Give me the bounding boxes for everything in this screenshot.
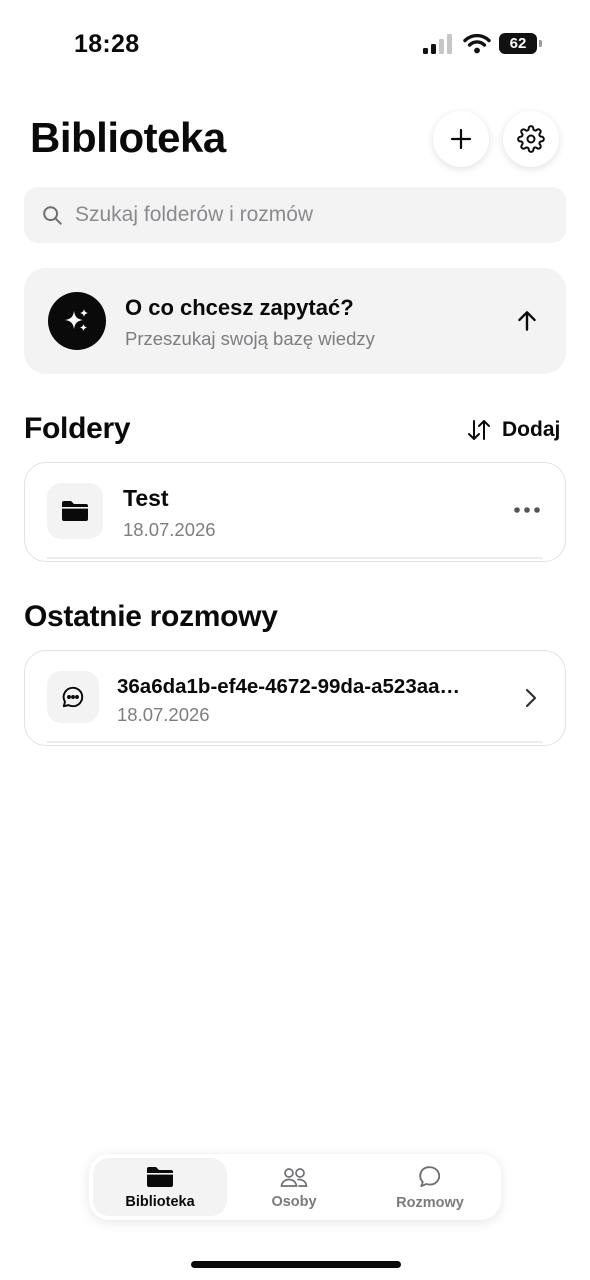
sparkles-icon [65,309,88,331]
folder-item[interactable]: Test 18.07.2026 [24,462,566,562]
folder-more-button[interactable] [511,497,543,523]
folder-tile [47,483,103,539]
more-dots-icon [514,507,540,513]
gear-icon [517,125,545,153]
tab-conversations[interactable]: Rozmowy [363,1158,497,1216]
library-screen: 18:28 62 Biblioteka Szukaj folderów i ro… [0,0,590,1280]
conversation-item[interactable]: 36a6da1b-ef4e-4672-99da-a523aa… 18.07.20… [24,650,566,746]
tab-people[interactable]: Osoby [227,1158,361,1216]
page-title: Biblioteka [30,114,226,161]
conversation-date: 18.07.2026 [117,704,210,725]
ask-subtitle: Przeszukaj swoją bazę wiedzy [125,328,375,349]
sort-arrows-icon[interactable] [466,418,492,442]
card-divider [47,741,543,743]
home-indicator[interactable] [191,1261,401,1268]
search-icon [43,206,62,225]
folders-section-title: Foldery [24,412,131,445]
tab-people-label: Osoby [271,1193,317,1210]
tab-bar: Biblioteka Osoby Rozmowy [89,1154,501,1220]
tab-conversations-label: Rozmowy [396,1194,464,1211]
tab-library-label: Biblioteka [125,1193,195,1210]
ask-title: O co chcesz zapytać? [125,295,354,320]
ask-card[interactable]: O co chcesz zapytać? Przeszukaj swoją ba… [24,268,566,374]
search-bar[interactable] [24,187,566,243]
settings-button[interactable] [503,111,559,167]
wifi-icon [463,33,491,54]
add-folder-label: Dodaj [502,418,561,441]
status-bar: 18:28 62 [0,0,590,90]
folder-name: Test [123,485,169,511]
recent-section-title: Ostatnie rozmowy [24,600,278,633]
ask-avatar [48,292,106,350]
chat-bubble-dots-icon [62,686,84,708]
card-divider [47,557,543,559]
folder-date: 18.07.2026 [123,519,216,540]
tab-library[interactable]: Biblioteka [93,1158,227,1216]
chevron-right-icon [525,688,537,708]
battery-indicator: 62 [499,33,542,54]
add-button[interactable] [433,111,489,167]
folder-icon [147,1166,173,1187]
search-input[interactable] [75,203,535,227]
cellular-signal-icon [423,34,452,54]
add-folder-button[interactable]: Dodaj [466,416,560,444]
people-icon [280,1167,308,1187]
chat-bubble-icon [419,1165,441,1187]
arrow-up-icon[interactable] [514,308,540,334]
folder-icon [62,501,88,521]
conversation-title: 36a6da1b-ef4e-4672-99da-a523aa… [117,675,461,698]
status-time: 18:28 [74,30,140,58]
conversation-tile [47,671,99,723]
plus-icon [450,128,472,150]
